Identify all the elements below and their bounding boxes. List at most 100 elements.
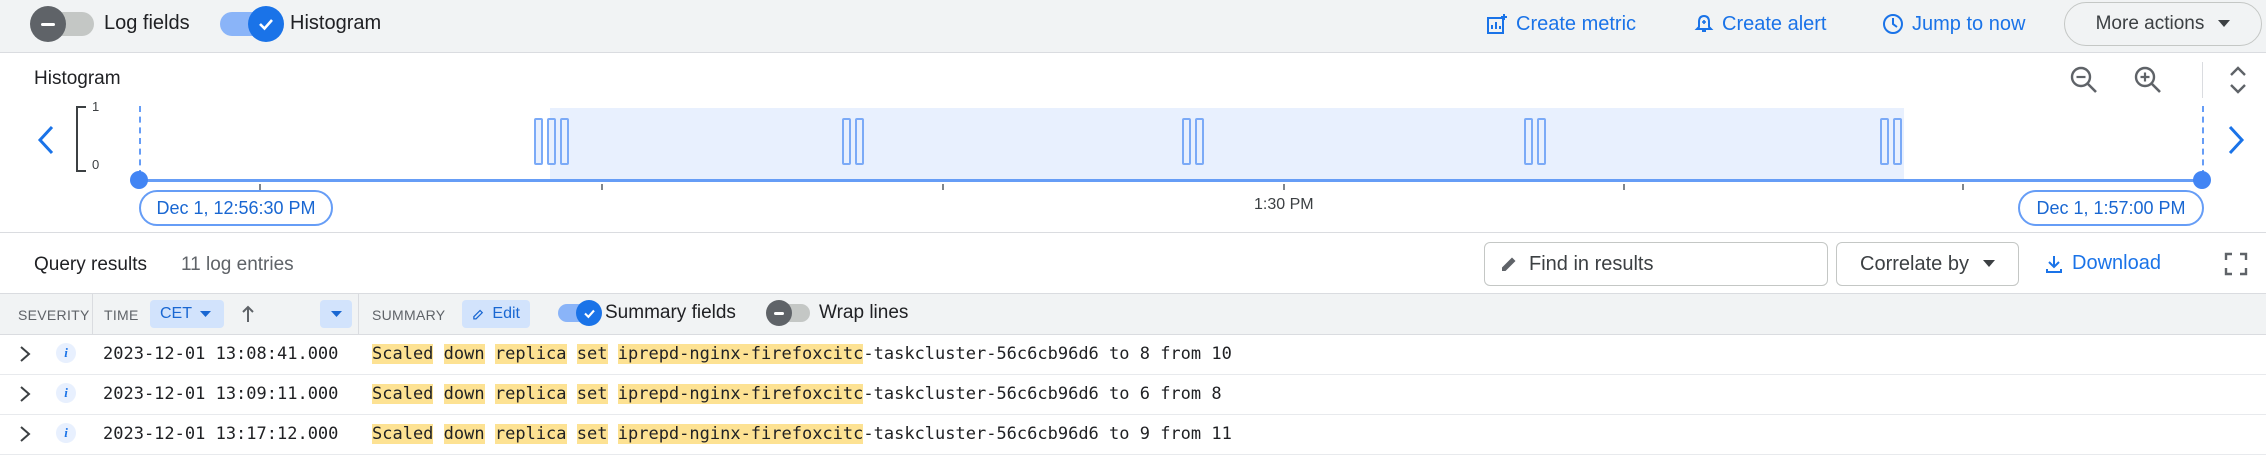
jump-to-now-label: Jump to now bbox=[1912, 12, 2026, 35]
expand-row-icon[interactable] bbox=[18, 384, 32, 404]
axis-mid-label: 1:30 PM bbox=[1254, 196, 1314, 213]
download-button[interactable]: Download bbox=[2044, 252, 2161, 275]
fullscreen-icon[interactable] bbox=[2224, 252, 2248, 276]
time-column-header[interactable]: TIME bbox=[104, 307, 139, 323]
summary-fields-toggle[interactable] bbox=[558, 300, 602, 326]
row-timestamp: 2023-12-01 13:08:41.000 bbox=[103, 344, 339, 364]
range-end-label[interactable]: Dec 1, 1:57:00 PM bbox=[2018, 190, 2204, 226]
axis-tick bbox=[1962, 184, 1964, 190]
dropdown-arrow-icon bbox=[1982, 260, 1995, 267]
range-start-handle[interactable] bbox=[130, 171, 148, 189]
expand-row-icon[interactable] bbox=[18, 344, 32, 364]
table-header: SEVERITY TIME CET SUMMARY Edit Summary f… bbox=[0, 293, 2266, 335]
axis-tick bbox=[1623, 184, 1625, 190]
histogram-bar[interactable] bbox=[560, 118, 569, 165]
y-axis-min: 0 bbox=[92, 157, 100, 172]
table-row[interactable]: i 2023-12-01 13:17:12.000 Scaled down re… bbox=[0, 414, 2266, 455]
range-start-label[interactable]: Dec 1, 12:56:30 PM bbox=[139, 190, 333, 226]
range-end-handle[interactable] bbox=[2193, 171, 2211, 189]
dropdown-arrow-icon bbox=[200, 310, 211, 317]
zoom-out-icon[interactable] bbox=[2068, 64, 2100, 96]
checkmark-icon bbox=[248, 6, 284, 42]
histogram-bar[interactable] bbox=[842, 118, 851, 165]
correlate-by-dropdown[interactable]: Correlate by bbox=[1836, 242, 2019, 286]
section-divider bbox=[0, 232, 2266, 233]
log-fields-toggle[interactable] bbox=[30, 6, 94, 42]
table-row[interactable]: i 2023-12-01 13:09:11.000 Scaled down re… bbox=[0, 374, 2266, 415]
toggle-off-icon bbox=[30, 6, 66, 42]
create-metric-button[interactable]: Create metric bbox=[1486, 10, 1636, 38]
create-alert-button[interactable]: Create alert bbox=[1694, 10, 1827, 38]
histogram-title: Histogram bbox=[34, 68, 121, 89]
log-entry-count: 11 log entries bbox=[181, 254, 294, 275]
edit-label: Edit bbox=[492, 305, 520, 322]
histogram-selection-area[interactable] bbox=[550, 108, 1904, 180]
range-start-line bbox=[139, 106, 141, 176]
dropdown-arrow-icon bbox=[2218, 20, 2231, 27]
checkmark-icon bbox=[576, 300, 602, 326]
severity-info-icon: i bbox=[56, 423, 76, 443]
histogram-bar[interactable] bbox=[1182, 118, 1191, 165]
previous-range-icon[interactable] bbox=[36, 124, 56, 156]
timezone-dropdown[interactable]: CET bbox=[150, 300, 224, 328]
histogram-bar[interactable] bbox=[1880, 118, 1889, 165]
row-timestamp: 2023-12-01 13:17:12.000 bbox=[103, 424, 339, 444]
histogram-bar[interactable] bbox=[855, 118, 864, 165]
table-row[interactable]: i 2023-12-01 13:08:41.000 Scaled down re… bbox=[0, 334, 2266, 375]
time-axis bbox=[139, 179, 2202, 182]
bell-icon bbox=[1694, 14, 1714, 32]
download-icon bbox=[2046, 255, 2062, 273]
more-actions-label: More actions bbox=[2095, 13, 2205, 34]
correlate-by-label: Correlate by bbox=[1860, 252, 1969, 275]
pencil-icon bbox=[473, 309, 484, 319]
timezone-label: CET bbox=[160, 305, 192, 322]
add-chart-icon bbox=[1487, 14, 1507, 34]
expand-row-icon[interactable] bbox=[18, 424, 32, 444]
histogram-toggle[interactable] bbox=[220, 6, 284, 42]
row-timestamp: 2023-12-01 13:09:11.000 bbox=[103, 384, 339, 404]
axis-tick bbox=[1283, 184, 1285, 190]
find-in-results-input[interactable]: Find in results bbox=[1484, 242, 1828, 286]
edit-summary-button[interactable]: Edit bbox=[462, 300, 530, 328]
find-in-results-placeholder: Find in results bbox=[1529, 252, 1654, 275]
summary-column-header: SUMMARY bbox=[372, 307, 446, 323]
histogram-bar[interactable] bbox=[1524, 118, 1533, 165]
y-axis-max: 1 bbox=[92, 99, 100, 114]
next-range-icon[interactable] bbox=[2226, 124, 2246, 156]
histogram-toggle-label: Histogram bbox=[290, 12, 382, 34]
jump-to-now-button[interactable]: Jump to now bbox=[1882, 10, 2025, 38]
toolbar-divider bbox=[2202, 62, 2203, 98]
pencil-icon bbox=[1502, 257, 1516, 271]
summary-fields-label: Summary fields bbox=[605, 302, 736, 323]
create-alert-label: Create alert bbox=[1722, 12, 1827, 35]
severity-column-header[interactable]: SEVERITY bbox=[18, 307, 90, 323]
column-divider bbox=[92, 294, 93, 334]
histogram-bar[interactable] bbox=[547, 118, 556, 165]
axis-tick bbox=[942, 184, 944, 190]
row-summary: Scaled down replica set iprepd-nginx-fir… bbox=[372, 424, 1232, 444]
severity-info-icon: i bbox=[56, 383, 76, 403]
clock-icon bbox=[1883, 14, 1903, 34]
row-summary: Scaled down replica set iprepd-nginx-fir… bbox=[372, 344, 1232, 364]
histogram-bar[interactable] bbox=[1195, 118, 1204, 165]
wrap-lines-toggle[interactable] bbox=[766, 300, 810, 326]
row-summary: Scaled down replica set iprepd-nginx-fir… bbox=[372, 384, 1222, 404]
histogram-bar[interactable] bbox=[534, 118, 543, 165]
toggle-off-icon bbox=[766, 300, 792, 326]
sort-ascending-icon[interactable] bbox=[240, 304, 256, 324]
y-axis-bracket bbox=[76, 106, 86, 172]
toolbar: Log fields Histogram Create metric Creat… bbox=[0, 0, 2266, 53]
severity-info-icon: i bbox=[56, 343, 76, 363]
time-options-dropdown[interactable] bbox=[320, 300, 352, 328]
column-divider bbox=[358, 294, 359, 334]
range-end-line bbox=[2202, 106, 2204, 176]
dropdown-arrow-icon bbox=[330, 310, 342, 317]
more-actions-button[interactable]: More actions bbox=[2064, 2, 2262, 46]
histogram-bar[interactable] bbox=[1537, 118, 1546, 165]
query-results-title: Query results bbox=[34, 254, 147, 275]
histogram-bar[interactable] bbox=[1893, 118, 1902, 165]
create-metric-label: Create metric bbox=[1516, 12, 1637, 35]
zoom-in-icon[interactable] bbox=[2132, 64, 2164, 96]
expand-collapse-icon[interactable] bbox=[2228, 64, 2248, 96]
download-label: Download bbox=[2072, 252, 2161, 274]
